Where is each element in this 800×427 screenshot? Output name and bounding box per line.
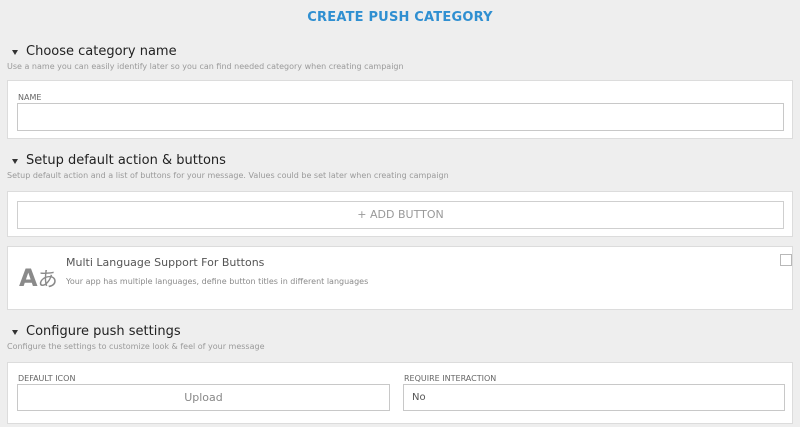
section-toggle-push-settings[interactable]: Configure push settings [12, 324, 181, 339]
section-title: Choose category name [26, 44, 177, 59]
add-button[interactable]: + ADD BUTTON [17, 201, 784, 229]
default-icon-label: DEFAULT ICON [18, 374, 76, 383]
section-title: Setup default action & buttons [26, 153, 226, 168]
require-interaction-select[interactable]: No [403, 384, 785, 411]
section-description: Use a name you can easily identify later… [7, 62, 404, 71]
section-description: Setup default action and a list of butto… [7, 171, 449, 180]
category-name-card: NAME [7, 80, 793, 139]
push-settings-card: DEFAULT ICON Upload REQUIRE INTERACTION … [7, 362, 793, 424]
triangle-down-icon [12, 158, 18, 164]
multi-language-checkbox[interactable] [780, 254, 792, 266]
name-input[interactable] [17, 103, 784, 131]
triangle-down-icon [12, 329, 18, 335]
upload-button[interactable]: Upload [17, 384, 390, 411]
section-toggle-actions[interactable]: Setup default action & buttons [12, 153, 226, 168]
buttons-card: + ADD BUTTON [7, 191, 793, 237]
section-title: Configure push settings [26, 324, 181, 339]
section-description: Configure the settings to customize look… [7, 342, 265, 351]
translate-icon: Aあ [19, 264, 58, 292]
triangle-down-icon [12, 49, 18, 55]
name-label: NAME [18, 93, 42, 102]
require-interaction-label: REQUIRE INTERACTION [404, 374, 497, 383]
page-title: CREATE PUSH CATEGORY [307, 10, 493, 25]
multi-language-title: Multi Language Support For Buttons [66, 256, 265, 269]
multi-language-card: Aあ Multi Language Support For Buttons Yo… [7, 246, 793, 310]
multi-language-description: Your app has multiple languages, define … [66, 277, 369, 286]
section-toggle-category-name[interactable]: Choose category name [12, 44, 177, 59]
